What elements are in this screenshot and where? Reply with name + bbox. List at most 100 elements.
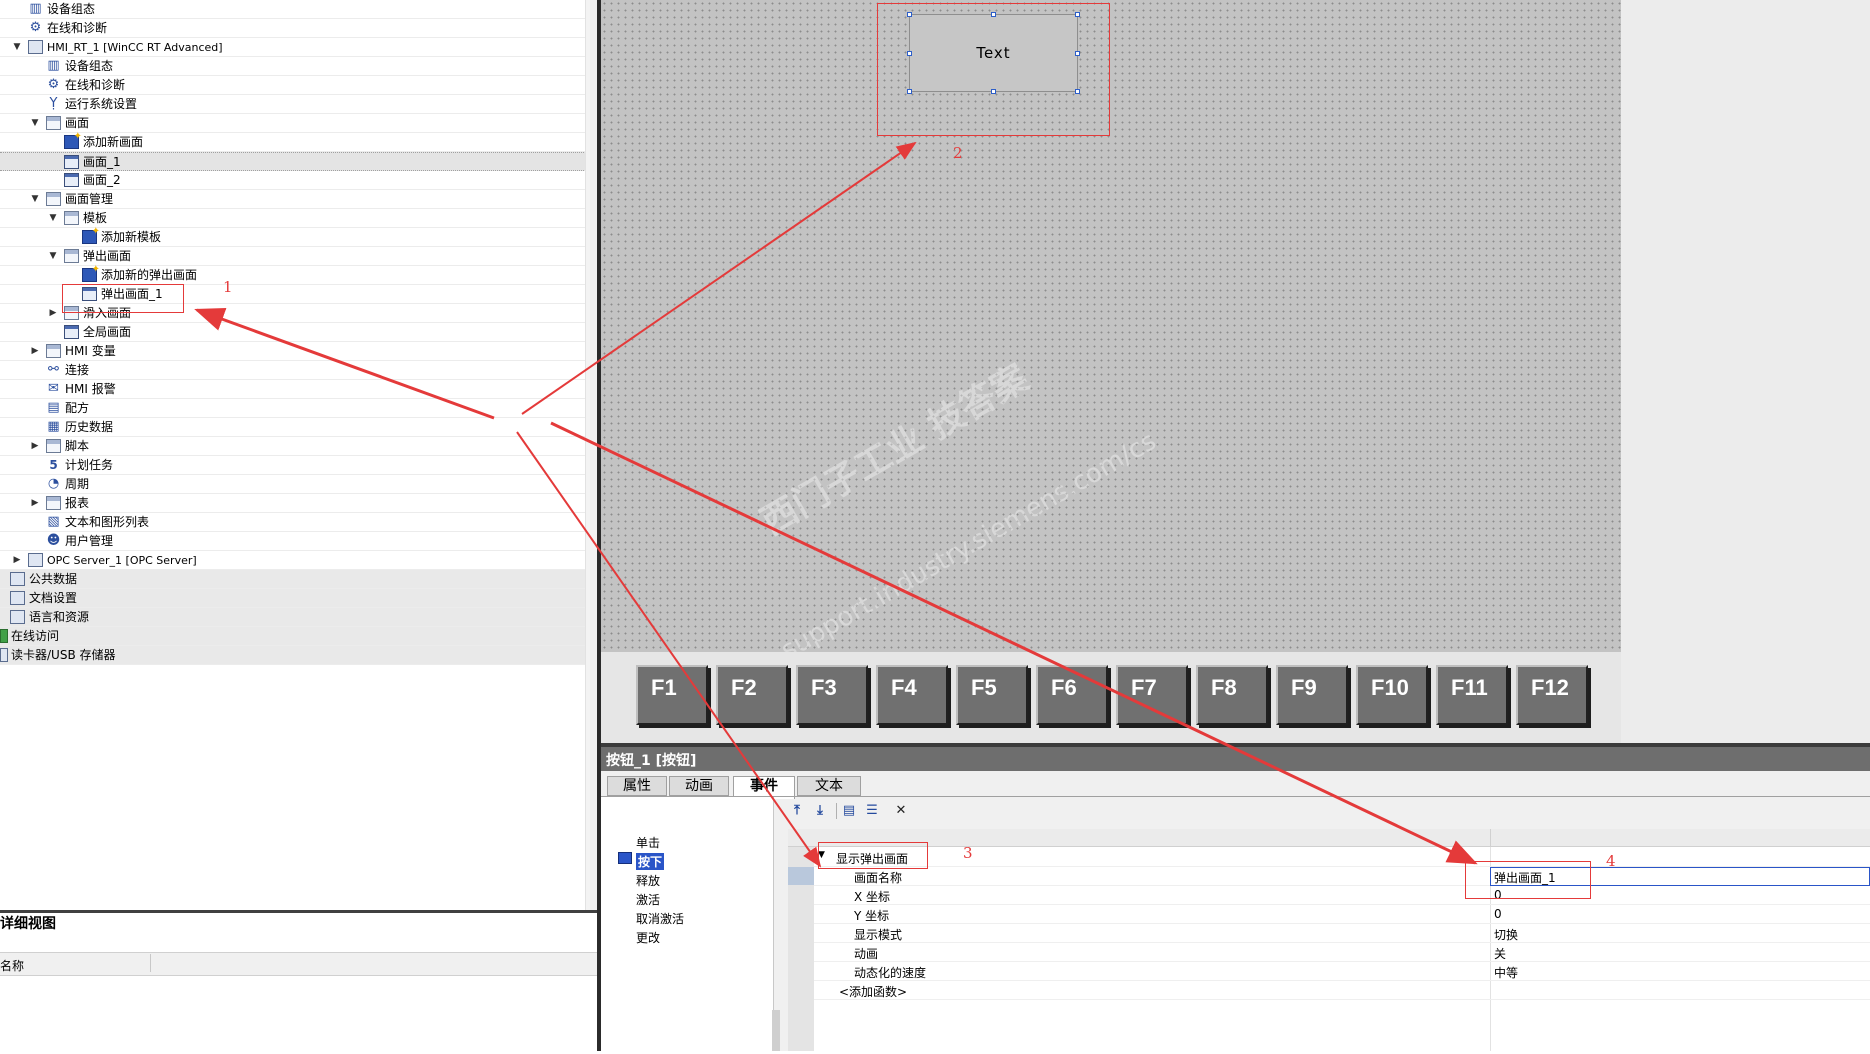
param-row-x[interactable]: X 坐标 0 (814, 886, 1870, 905)
detail-view-title: 详细视图 (0, 916, 56, 932)
function-key-f1[interactable]: F1 (636, 665, 708, 725)
expand-toggle-icon[interactable]: ▼ (30, 117, 40, 129)
event-release[interactable]: 释放 (636, 872, 660, 889)
device-config-icon: ▥ (29, 1, 42, 16)
canvas-margin (1621, 0, 1870, 743)
tree-item-device-config[interactable]: ▥ 设备组态 (0, 0, 598, 19)
collapse-toggle-icon[interactable]: ▶ (12, 554, 22, 566)
tree-item-text-graphic-lists[interactable]: ▧ 文本和图形列表 (0, 513, 598, 532)
move-down-icon[interactable]: ⤓ (811, 802, 829, 820)
expand-all-icon[interactable]: ▤ (840, 802, 858, 820)
recipes-icon: ▤ (47, 400, 60, 415)
param-row-speed[interactable]: 动态化的速度 中等 (814, 962, 1870, 981)
column-separator[interactable] (150, 954, 151, 972)
expand-toggle-icon[interactable]: ▼ (30, 193, 40, 205)
param-value[interactable]: 关 (1494, 945, 1506, 962)
function-key-f7[interactable]: F7 (1116, 665, 1188, 725)
annotation-label-3: 3 (963, 844, 973, 862)
tree-item-online-access[interactable]: 在线访问 (0, 627, 598, 646)
tree-item-add-screen[interactable]: 添加新画面 (0, 131, 598, 152)
function-key-f9[interactable]: F9 (1276, 665, 1348, 725)
tree-item-cycles[interactable]: ◔ 周期 (0, 475, 598, 494)
event-list-scrollbar[interactable] (772, 1010, 780, 1051)
annotation-box-2 (877, 3, 1110, 136)
tree-item-global-screen[interactable]: 全局画面 (0, 323, 598, 342)
diagnostics-icon: ⚙ (29, 20, 42, 35)
tree-item-common-data[interactable]: 公共数据 (0, 570, 598, 589)
param-name: X 坐标 (854, 890, 891, 904)
tree-item-recipes[interactable]: ▤ 配方 (0, 399, 598, 418)
collapse-toggle-icon[interactable]: ▶ (30, 440, 40, 452)
add-template-icon (82, 226, 100, 244)
tree-item-reports[interactable]: ▶ 报表 (0, 494, 598, 513)
add-function-row[interactable]: <添加函数> (814, 981, 1870, 1000)
tree-item-languages[interactable]: 语言和资源 (0, 608, 598, 627)
common-data-icon (10, 572, 25, 586)
param-row-animation[interactable]: 动画 关 (814, 943, 1870, 962)
function-key-f4[interactable]: F4 (876, 665, 948, 725)
tree-item-doc-settings[interactable]: 文档设置 (0, 589, 598, 608)
function-key-f2[interactable]: F2 (716, 665, 788, 725)
tree-item-hmi-tags[interactable]: ▶ HMI 变量 (0, 342, 598, 361)
function-key-f5[interactable]: F5 (956, 665, 1028, 725)
popup-folder-icon (64, 249, 79, 263)
add-function-label[interactable]: <添加函数> (839, 983, 907, 1000)
collapse-toggle-icon[interactable]: ▶ (30, 497, 40, 509)
event-click[interactable]: 单击 (636, 834, 660, 851)
tree-item-add-template[interactable]: 添加新模板 (0, 226, 598, 247)
tree-item-online-diagnostics[interactable]: ⚙ 在线和诊断 (0, 19, 598, 38)
function-key-f8[interactable]: F8 (1196, 665, 1268, 725)
tree-item-screen-1[interactable]: 画面_1 (0, 152, 598, 171)
collapse-all-icon[interactable]: ☰ (863, 802, 881, 820)
screen-canvas-grid[interactable] (601, 0, 1621, 652)
text-graphic-lists-icon: ▧ (47, 514, 60, 529)
event-press[interactable]: 按下 (636, 853, 665, 870)
tab-animations[interactable]: 动画 (669, 776, 729, 796)
tree-item-screen-2[interactable]: 画面_2 (0, 171, 598, 190)
tree-item-scheduled-tasks[interactable]: 5 计划任务 (0, 456, 598, 475)
tab-texts[interactable]: 文本 (797, 776, 861, 796)
move-up-icon[interactable]: ⤒ (788, 802, 806, 820)
tree-item-historical-data[interactable]: ▦ 历史数据 (0, 418, 598, 437)
runtime-settings-icon: Ỵ (49, 96, 58, 111)
param-value[interactable]: 中等 (1494, 964, 1518, 981)
param-row-display-mode[interactable]: 显示模式 切换 (814, 924, 1870, 943)
function-key-f3[interactable]: F3 (796, 665, 868, 725)
tree-item-popup-screens[interactable]: ▼ 弹出画面 (0, 247, 598, 266)
collapse-toggle-icon[interactable]: ▶ (30, 345, 40, 357)
tree-item-scripts[interactable]: ▶ 脚本 (0, 437, 598, 456)
tree-item-connections[interactable]: ⚯ 连接 (0, 361, 598, 380)
properties-title-bar (601, 747, 1870, 771)
param-row-y[interactable]: Y 坐标 0 (814, 905, 1870, 924)
tree-item-screens[interactable]: ▼ 画面 (0, 114, 598, 133)
delete-icon[interactable]: ✕ (892, 802, 910, 820)
function-key-f12[interactable]: F12 (1516, 665, 1588, 725)
tree-item-opc-server[interactable]: ▶ OPC Server_1 [OPC Server] (0, 551, 598, 570)
event-change[interactable]: 更改 (636, 929, 660, 946)
tree-item-card-reader[interactable]: 读卡器/USB 存储器 (0, 646, 598, 665)
collapse-toggle-icon[interactable]: ▶ (48, 307, 58, 319)
column-header-name[interactable]: 名称 (0, 957, 24, 974)
expand-toggle-icon[interactable]: ▼ (48, 212, 58, 224)
function-key-f6[interactable]: F6 (1036, 665, 1108, 725)
event-deactivate[interactable]: 取消激活 (636, 910, 684, 927)
tree-item-online-diagnostics[interactable]: ⚙ 在线和诊断 (0, 76, 598, 95)
function-key-f10[interactable]: F10 (1356, 665, 1428, 725)
param-value[interactable]: 0 (1494, 907, 1502, 921)
function-key-f11[interactable]: F11 (1436, 665, 1508, 725)
expand-toggle-icon[interactable]: ▼ (12, 41, 22, 53)
expand-toggle-icon[interactable]: ▼ (48, 250, 58, 262)
tree-item-runtime-settings[interactable]: Ỵ 运行系统设置 (0, 95, 598, 114)
tree-item-templates[interactable]: ▼ 模板 (0, 209, 598, 228)
event-activate[interactable]: 激活 (636, 891, 660, 908)
column-separator[interactable] (1490, 829, 1491, 846)
tree-item-user-admin[interactable]: ☻ 用户管理 (0, 532, 598, 551)
tree-item-device-config[interactable]: ▥ 设备组态 (0, 57, 598, 76)
tree-item-add-popup[interactable]: 添加新的弹出画面 (0, 264, 598, 285)
tree-item-hmi-alarms[interactable]: ✉ HMI 报警 (0, 380, 598, 399)
tab-properties[interactable]: 属性 (607, 776, 667, 796)
tree-item-screen-management[interactable]: ▼ 画面管理 (0, 190, 598, 209)
row-header-selected (788, 867, 814, 885)
param-value[interactable]: 切换 (1494, 926, 1518, 943)
tree-item-hmi-rt[interactable]: ▼ HMI_RT_1 [WinCC RT Advanced] (0, 38, 598, 57)
